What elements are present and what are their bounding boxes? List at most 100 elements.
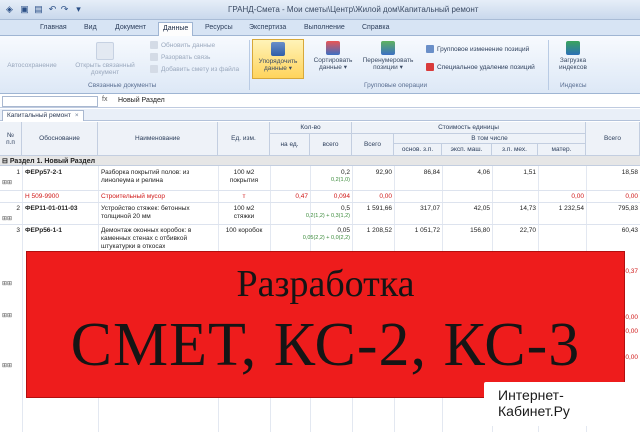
add-file-icon <box>150 65 158 73</box>
tab-resources[interactable]: Ресурсы <box>201 22 237 36</box>
document-tab-capital-repair[interactable]: Капитальный ремонт × <box>2 110 84 121</box>
group-change-positions-button[interactable]: Групповое изменение позиций <box>426 45 529 53</box>
quick-access-dropdown-icon[interactable]: ▾ <box>72 3 85 16</box>
ribbon-panel: Автосохранение Открыть связанный докумен… <box>0 36 640 94</box>
row-divider <box>0 224 640 225</box>
header-qty-total: всего <box>310 134 352 156</box>
row-materials: 0,00 <box>571 193 584 200</box>
row-grand-total: 60,43 <box>621 227 638 234</box>
row-qty-formula: 0,2(1,2) + 0,3(1,2) <box>305 213 350 219</box>
row-basis: ФЕРр56-1-1 <box>25 227 62 234</box>
header-number: № п.п <box>0 122 22 156</box>
redo-icon[interactable]: ↷ <box>58 3 71 16</box>
break-link-button[interactable]: Разорвать связь <box>150 53 210 61</box>
group-label-linked: Связанные документы <box>88 82 157 89</box>
tab-document[interactable]: Документ <box>111 22 150 36</box>
banner-line-2: СМЕТ, КС-2, КС-3 <box>70 311 581 379</box>
row-basis: ФЕР11-01-011-03 <box>25 205 78 212</box>
tab-home[interactable]: Главная <box>36 22 71 36</box>
expand-icon[interactable]: ⊞⊞ <box>2 215 12 222</box>
row-number: 3 <box>16 227 20 234</box>
header-including: В том числе <box>394 134 586 144</box>
row-name: Демонтаж оконных коробок: в <box>101 227 192 234</box>
row-basis: ФЕРр57-2-1 <box>25 169 62 176</box>
row-cost-total: 1 208,52 <box>366 227 392 234</box>
formula-input[interactable]: Новый Раздел <box>118 97 165 104</box>
formula-bar: fx Новый Раздел <box>0 95 640 108</box>
header-grand-total: Всего <box>586 122 640 156</box>
tab-view[interactable]: Вид <box>80 22 101 36</box>
renumber-positions-button[interactable]: Перенумеровать позиции ▾ <box>360 41 416 71</box>
open-linked-button[interactable]: Открыть связанный документ <box>72 42 138 76</box>
row-name: каменных стенах с отбивкой <box>101 235 188 242</box>
group-label-operations: Групповые операции <box>364 82 428 89</box>
header-qty-per-unit: на ед. <box>270 134 310 156</box>
row-name: Строительный мусор <box>101 193 165 200</box>
row-materials: 1 232,54 <box>558 205 584 212</box>
banner-line-1: Разработка <box>236 263 415 305</box>
watermark-line-1: Интернет- <box>498 387 564 403</box>
collapse-icon[interactable]: ⊟ <box>2 158 10 165</box>
autosave-button[interactable]: Автосохранение <box>4 62 60 69</box>
add-estimate-from-file-button[interactable]: Добавить смету из файла <box>150 65 239 73</box>
sort-icon <box>326 41 340 55</box>
load-indexes-button[interactable]: Загрузка индексов <box>553 41 593 71</box>
row-base-wages: 1 051,72 <box>414 227 440 234</box>
header-mech-wages: з.п. мех. <box>492 144 538 156</box>
header-basis: Обоснование <box>22 122 98 156</box>
arrange-icon <box>271 42 285 56</box>
promo-banner: Разработка СМЕТ, КС-2, КС-3 <box>27 252 624 397</box>
ribbon-tabs: Главная Вид Документ Данные Ресурсы Эксп… <box>0 20 640 36</box>
row-base-wages: 86,84 <box>423 169 440 176</box>
section-row[interactable]: ⊟ Раздел 1. Новый Раздел <box>0 156 640 166</box>
header-quantity: Кол-во <box>270 122 352 134</box>
header-materials: матер. <box>538 144 586 156</box>
row-number: 1 <box>16 169 20 176</box>
name-box[interactable] <box>2 96 98 107</box>
header-cost-total: Всего <box>352 134 394 156</box>
refresh-icon <box>150 41 158 49</box>
app-menu-icon[interactable]: ◈ <box>3 3 16 16</box>
row-mech-wages: 1,51 <box>523 169 536 176</box>
header-unit: Ед. изм. <box>218 122 270 156</box>
row-name: Устройство стяжек: бетонных <box>101 205 190 212</box>
expand-icon[interactable]: ⊞⊞ <box>2 179 12 186</box>
expand-icon[interactable]: ⊞⊞ <box>2 362 12 369</box>
row-qty-total: 0,05 <box>337 227 350 234</box>
renumber-icon <box>381 41 395 55</box>
row-number: 2 <box>16 205 20 212</box>
row-qty-per-unit: 0,47 <box>295 193 308 200</box>
row-qty-total: 0,2 <box>340 169 350 176</box>
group-label-indexes: Индексы <box>560 82 587 89</box>
tab-data[interactable]: Данные <box>158 22 194 36</box>
row-qty-formula: 0,2(1,0) <box>331 177 350 183</box>
fx-label: fx <box>102 96 108 103</box>
save-icon[interactable]: ▣ <box>18 3 31 16</box>
expand-icon[interactable]: ⊞⊞ <box>2 312 12 319</box>
unlink-icon <box>150 53 158 61</box>
row-unit: стяжки <box>233 213 255 220</box>
row-machines: 42,05 <box>473 205 490 212</box>
expand-icon[interactable]: ⊞⊞ <box>2 280 12 287</box>
tab-expertise[interactable]: Экспертиза <box>245 22 290 36</box>
tab-help[interactable]: Справка <box>358 22 393 36</box>
title-bar: ◈ ▣ ▤ ↶ ↷ ▾ ГРАНД-Смета - Мои сметы\Цент… <box>0 0 640 20</box>
special-delete-positions-button[interactable]: Специальное удаление позиций <box>426 63 535 71</box>
row-mech-wages: 22,70 <box>519 227 536 234</box>
update-data-button[interactable]: Обновить данные <box>150 41 215 49</box>
row-divider <box>0 202 640 203</box>
row-mech-wages: 14,73 <box>519 205 536 212</box>
row-name: Разборка покрытий полов: из <box>101 169 190 176</box>
watermark-line-2: Кабинет.Ру <box>498 403 570 419</box>
row-cost-total: 92,90 <box>375 169 392 176</box>
row-name: штукатурки в откосах <box>101 243 166 250</box>
arrange-data-button[interactable]: Упорядочить данные ▾ <box>252 39 304 79</box>
header-machines: эксп. маш. <box>442 144 492 156</box>
tab-execution[interactable]: Выполнение <box>300 22 349 36</box>
close-icon[interactable]: × <box>75 112 79 119</box>
row-divider <box>0 190 640 191</box>
row-qty-total: 0,5 <box>340 205 350 212</box>
sort-data-button[interactable]: Сортировать данные ▾ <box>308 41 358 71</box>
open-icon[interactable]: ▤ <box>32 3 45 16</box>
row-grand-total: 18,58 <box>621 169 638 176</box>
